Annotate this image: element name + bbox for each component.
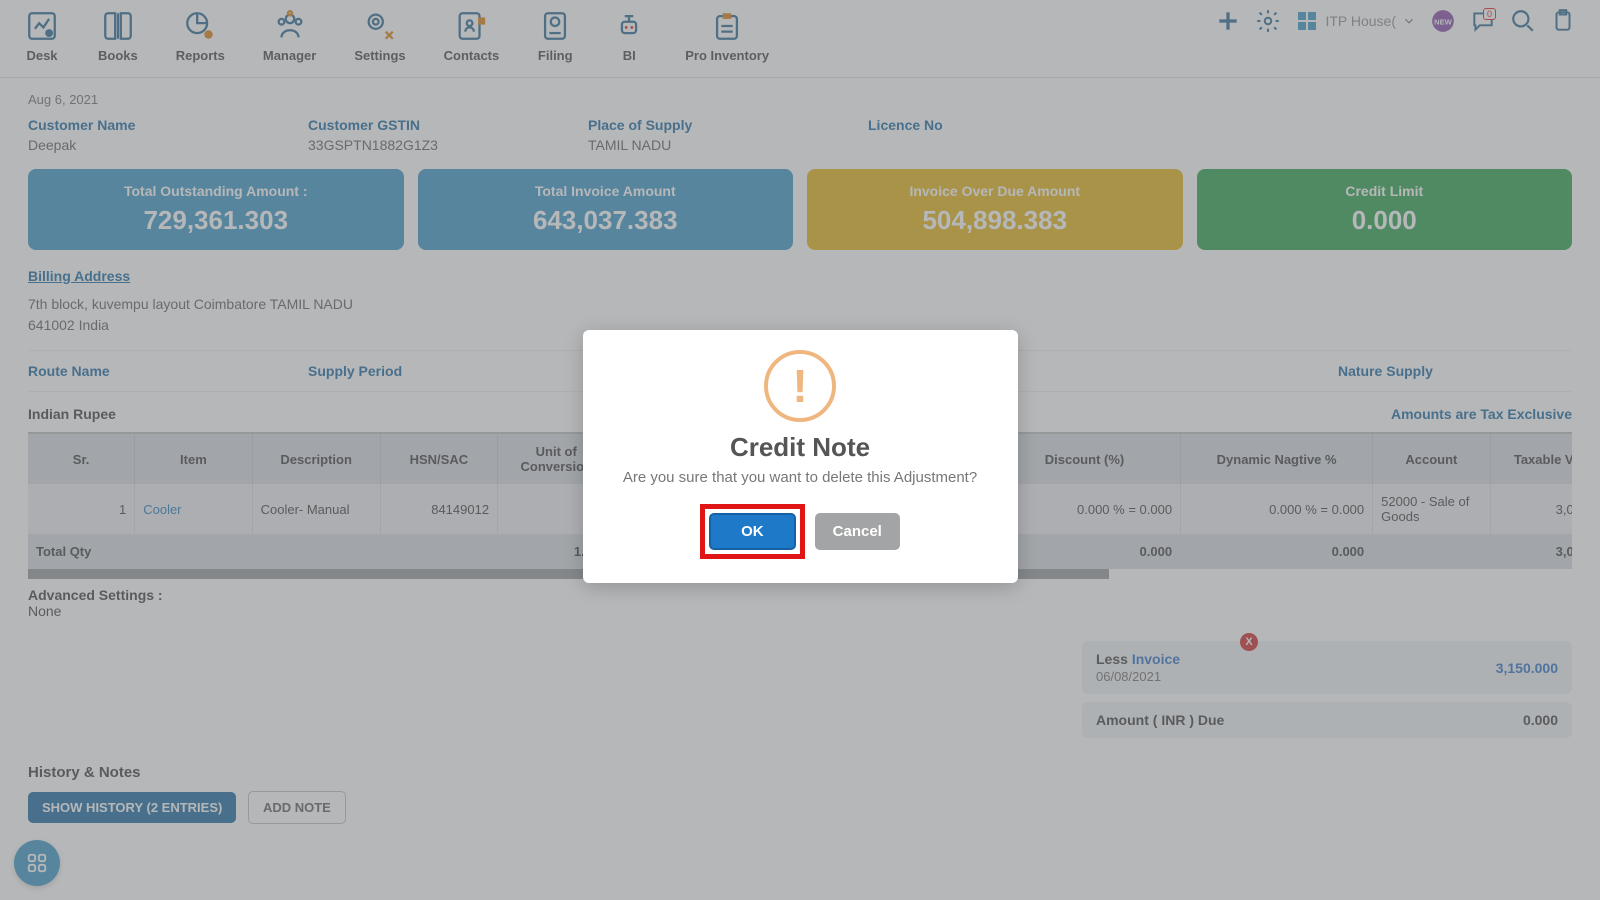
cancel-button[interactable]: Cancel (815, 513, 900, 550)
modal-message: Are you sure that you want to delete thi… (609, 469, 992, 486)
modal-title: Credit Note (609, 432, 992, 463)
warning-icon: ! (764, 350, 836, 422)
modal-overlay[interactable]: ! Credit Note Are you sure that you want… (0, 0, 1600, 900)
ok-button[interactable]: OK (709, 513, 796, 550)
ok-highlight-box: OK (700, 504, 805, 559)
confirm-delete-modal: ! Credit Note Are you sure that you want… (583, 330, 1018, 583)
modal-buttons: OK Cancel (609, 504, 992, 559)
